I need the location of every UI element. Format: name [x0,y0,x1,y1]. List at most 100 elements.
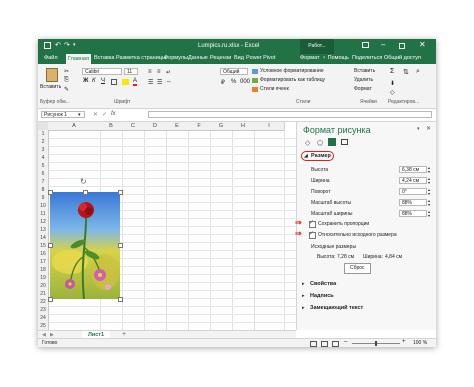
tab-data[interactable]: Данные [188,55,208,61]
inserted-picture[interactable] [50,192,120,300]
column-header-i[interactable]: I [254,122,285,131]
rotation-input[interactable]: 0° [399,188,427,195]
insert-cells-button[interactable]: Вставить [354,68,375,74]
tab-insert[interactable]: Вставка [94,55,114,61]
align-middle-icon[interactable]: ≡ [157,69,161,75]
label-section[interactable]: Надпись [310,293,334,299]
tab-share[interactable]: Поделиться [352,55,382,61]
tab-shared-access[interactable]: Общий доступ [384,55,421,61]
column-header-c[interactable]: C [122,122,145,131]
column-header-h[interactable]: H [232,122,255,131]
column-header-b[interactable]: B [100,122,123,131]
maximize-icon[interactable] [399,43,405,49]
picture-icon[interactable] [341,139,348,145]
close-icon[interactable]: ✕ [419,40,426,49]
sort-filter-icon[interactable]: ⇅ [403,68,409,76]
tab-page-layout[interactable]: Разметка страницы [116,55,166,61]
bold-icon[interactable]: Ж [83,78,88,84]
column-header-a[interactable]: A [48,122,101,131]
tab-format[interactable]: Формат [300,55,320,61]
tab-view[interactable]: Вид [234,55,244,61]
insert-function-icon[interactable]: fx [111,111,116,117]
format-painter-icon[interactable]: ✎ [64,86,69,93]
fill-color-icon[interactable] [122,79,129,85]
effects-icon[interactable]: ⬠ [317,139,323,147]
reset-button[interactable]: Сброс [344,263,371,274]
alt-text-section[interactable]: Замещающий текст [310,305,363,311]
autosum-icon[interactable]: Σ [390,68,394,75]
percent-icon[interactable]: % [231,79,236,85]
scale-width-input[interactable]: 88% [399,210,427,217]
tab-formulas[interactable]: Формулы [164,55,188,61]
quick-access-icon[interactable]: ▾ [73,42,76,48]
scale-width-spin-icon[interactable]: ▴ ▾ [428,210,430,218]
cell-styles-icon[interactable] [252,87,258,92]
zoom-slider-thumb[interactable] [375,341,377,346]
scale-height-input[interactable]: 88% [399,199,427,206]
width-spin-icon[interactable]: ▴ ▾ [428,177,430,185]
tab-home[interactable]: Главная [66,54,91,64]
thousands-icon[interactable]: 000 [240,79,250,85]
resize-handle-l[interactable] [48,243,53,248]
align-left-icon[interactable]: ☰ [148,79,153,86]
paste-button[interactable]: Вставить [40,84,61,90]
delete-cells-button[interactable]: Удалить [354,77,373,83]
undo-icon[interactable]: ↶ [55,41,61,49]
format-table-icon[interactable] [252,78,258,83]
zoom-out-icon[interactable]: – [344,339,347,345]
resize-handle-bl[interactable] [48,297,53,302]
save-icon[interactable] [44,42,51,49]
cell-styles-button[interactable]: Стили ячеек [260,86,289,92]
fill-line-icon[interactable]: ◇ [305,139,310,147]
width-input[interactable]: 4,24 см [399,177,427,184]
column-header-g[interactable]: G [210,122,233,131]
copy-icon[interactable]: ⎘ [64,77,69,84]
zoom-in-icon[interactable]: + [402,339,406,345]
font-name-select[interactable]: Calibri [82,68,122,75]
format-cells-button[interactable]: Формат [354,86,372,92]
font-size-select[interactable]: 11 [124,68,138,75]
clear-icon[interactable]: ◇ [390,89,395,96]
fill-icon[interactable]: ⬇ [390,80,395,87]
size-properties-icon[interactable] [328,138,336,146]
resize-handle-br[interactable] [118,297,123,302]
wrap-text-icon[interactable]: ↵ [166,69,171,76]
height-input[interactable]: 6,38 см [399,166,427,173]
number-format-select[interactable]: Общий [220,68,248,75]
conditional-format-icon[interactable] [252,69,258,74]
height-spin-icon[interactable]: ▴ ▾ [428,166,430,174]
align-center-icon[interactable]: ☰ [157,79,162,86]
pane-options-icon[interactable]: ▾ [417,126,420,132]
font-color-icon[interactable]: A [133,78,138,86]
rotate-handle-icon[interactable]: ↻ [80,177,87,186]
ribbon-display-icon[interactable] [362,42,369,48]
formula-input[interactable] [148,111,432,118]
normal-view-icon[interactable] [310,341,317,347]
cut-icon[interactable]: ✂ [64,68,69,75]
column-header-d[interactable]: D [144,122,167,131]
tab-power-pivot[interactable]: Power Pivot [246,55,275,61]
enter-icon[interactable]: ✓ [102,111,107,118]
borders-icon[interactable] [111,79,117,85]
redo-icon[interactable]: ↷ [64,41,70,49]
resize-handle-r[interactable] [118,243,123,248]
conditional-format-button[interactable]: Условное форматирование [260,68,324,74]
tab-review[interactable]: Рецензи [210,55,231,61]
resize-handle-t[interactable] [83,190,88,195]
page-break-view-icon[interactable] [332,341,339,347]
find-select-icon[interactable]: ⌕ [416,68,420,76]
tab-file[interactable]: Файл [44,55,58,61]
column-header-f[interactable]: F [188,122,211,131]
tab-help[interactable]: ♀ Помощь [322,55,349,61]
name-box-dropdown-icon[interactable]: ▾ [78,112,81,118]
pane-close-icon[interactable]: ✕ [426,125,431,132]
page-layout-view-icon[interactable] [321,341,328,347]
merge-icon[interactable]: ⇔ [166,79,172,85]
resize-handle-tr[interactable] [118,190,123,195]
paste-icon[interactable] [46,68,58,82]
cancel-icon[interactable]: ✕ [93,111,98,118]
minimize-icon[interactable]: – [381,40,385,49]
column-header-e[interactable]: E [166,122,189,131]
resize-handle-tl[interactable] [48,190,53,195]
zoom-level[interactable]: 100 % [413,340,427,346]
